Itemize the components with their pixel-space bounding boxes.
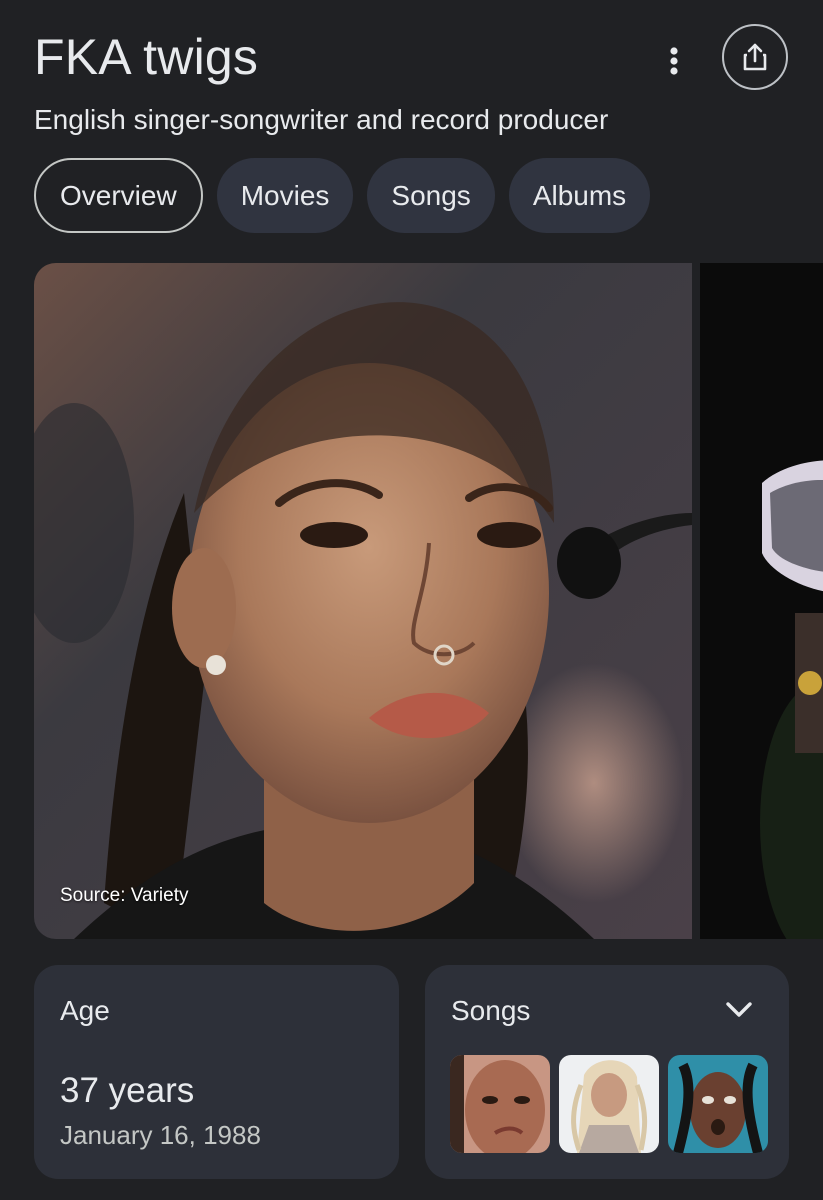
more-options-button[interactable] bbox=[650, 40, 698, 82]
share-button[interactable] bbox=[722, 24, 788, 90]
share-icon bbox=[743, 43, 767, 71]
entity-title: FKA twigs bbox=[34, 29, 259, 85]
tab-overview[interactable]: Overview bbox=[34, 158, 203, 233]
tab-movies[interactable]: Movies bbox=[216, 158, 354, 233]
birth-date: January 16, 1988 bbox=[60, 1120, 261, 1150]
age-card[interactable]: Age 37 years January 16, 1988 bbox=[34, 965, 399, 1179]
tab-albums[interactable]: Albums bbox=[508, 158, 651, 233]
entity-subtitle: English singer-songwriter and record pro… bbox=[34, 104, 609, 135]
next-photo-preview[interactable] bbox=[700, 263, 823, 939]
image-source-label: Source: Variety bbox=[60, 885, 189, 906]
tab-songs[interactable]: Songs bbox=[367, 158, 495, 233]
age-value: 37 years bbox=[60, 1071, 195, 1110]
chevron-down-icon[interactable] bbox=[723, 997, 755, 1021]
song-thumbnails bbox=[450, 1055, 768, 1153]
tab-bar: Overview Movies Songs Albums bbox=[34, 158, 651, 233]
portrait-image bbox=[34, 263, 692, 939]
image-carousel[interactable]: Source: Variety bbox=[34, 263, 823, 939]
songs-card[interactable]: Songs bbox=[425, 965, 789, 1179]
song-thumbnail[interactable] bbox=[668, 1055, 768, 1153]
songs-label: Songs bbox=[451, 995, 531, 1026]
age-label: Age bbox=[60, 995, 110, 1026]
next-photo-image bbox=[700, 263, 823, 939]
song-thumbnail[interactable] bbox=[450, 1055, 550, 1153]
more-vert-icon bbox=[670, 47, 678, 75]
main-photo[interactable]: Source: Variety bbox=[34, 263, 692, 939]
song-thumbnail[interactable] bbox=[559, 1055, 659, 1153]
